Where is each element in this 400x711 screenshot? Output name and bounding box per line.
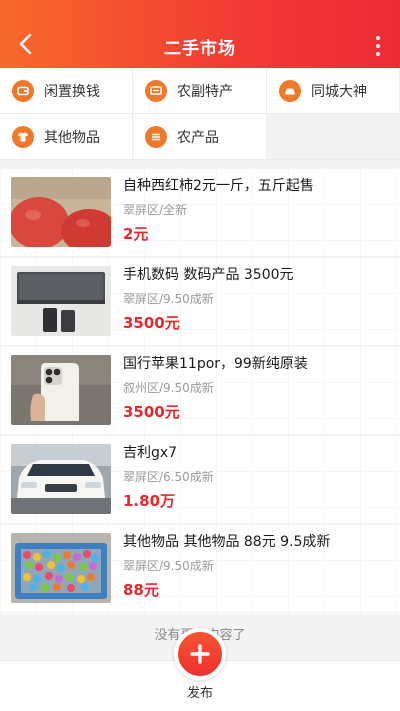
category-item[interactable]: 其他物品 [0, 114, 133, 160]
plus-icon [174, 628, 226, 680]
listing-list: 自种西红柿2元一斤，五斤起售 翠屏区/全新 2元 手机数码 数码产品 3500元… [0, 168, 400, 614]
item-price: 2元 [123, 225, 149, 243]
list-item[interactable]: 吉利gx7 翠屏区/6.50成新 1.80万 [0, 435, 400, 524]
item-thumbnail [11, 533, 111, 603]
car-icon [279, 79, 301, 102]
publish-button[interactable]: 发布 [170, 628, 230, 704]
more-button[interactable] [370, 32, 386, 60]
item-price: 3500元 [123, 403, 180, 421]
category-label: 农副特产 [177, 83, 233, 100]
wallet-icon [12, 79, 34, 102]
item-price: 1.80万 [123, 492, 176, 510]
category-empty-cell [267, 114, 400, 160]
list-item[interactable]: 自种西红柿2元一斤，五斤起售 翠屏区/全新 2元 [0, 168, 400, 257]
item-location: 翠屏区/9.50成新 [123, 559, 214, 573]
category-item[interactable]: 同城大神 [267, 68, 400, 114]
more-vertical-icon [376, 36, 380, 40]
item-price: 88元 [123, 581, 159, 599]
category-label: 同城大神 [311, 83, 367, 100]
category-item[interactable]: 闲置换钱 [0, 68, 133, 114]
item-title: 其他物品 其他物品 88元 9.5成新 [123, 534, 331, 550]
category-item[interactable]: 农副特产 [133, 68, 267, 114]
list-item[interactable]: 其他物品 其他物品 88元 9.5成新 翠屏区/9.50成新 88元 [0, 524, 400, 613]
item-title: 手机数码 数码产品 3500元 [123, 267, 294, 283]
category-grid: 闲置换钱 农副特产 同城大神 其他物品 农产品 [0, 68, 400, 160]
item-price: 3500元 [123, 314, 180, 332]
item-title: 国行苹果11por，99新纯原装 [123, 356, 308, 372]
item-thumbnail [11, 355, 111, 425]
item-thumbnail [11, 266, 111, 336]
list-item[interactable]: 手机数码 数码产品 3500元 翠屏区/9.50成新 3500元 [0, 257, 400, 346]
top-bar: 二手市场 [0, 0, 400, 68]
menu-lines-icon [145, 125, 167, 148]
item-location: 翠屏区/全新 [123, 203, 188, 217]
item-location: 翠屏区/6.50成新 [123, 470, 214, 484]
category-label: 农产品 [177, 129, 219, 146]
tv-box-icon [145, 79, 167, 102]
item-thumbnail [11, 444, 111, 514]
item-title: 吉利gx7 [123, 445, 178, 461]
category-label: 其他物品 [44, 129, 100, 146]
item-location: 翠屏区/9.50成新 [123, 292, 214, 306]
item-title: 自种西红柿2元一斤，五斤起售 [123, 178, 314, 194]
category-label: 闲置换钱 [44, 83, 100, 100]
list-item[interactable]: 国行苹果11por，99新纯原装 叙州区/9.50成新 3500元 [0, 346, 400, 435]
item-thumbnail [11, 177, 111, 247]
item-location: 叙州区/9.50成新 [123, 381, 214, 395]
category-item[interactable]: 农产品 [133, 114, 267, 160]
publish-label: 发布 [186, 686, 213, 701]
page-title: 二手市场 [164, 39, 236, 59]
shirt-icon [12, 125, 34, 148]
